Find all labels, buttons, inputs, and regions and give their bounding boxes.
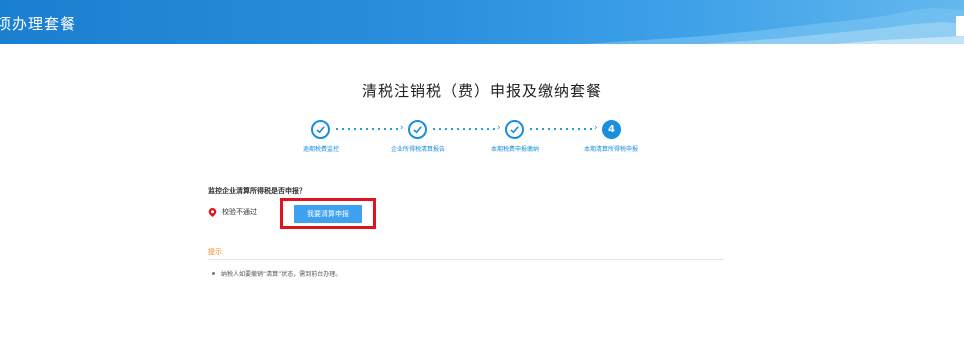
location-pin-icon — [208, 207, 217, 217]
tip-divider — [208, 259, 724, 260]
step-2-check-icon — [408, 120, 427, 139]
step-4-label: 本期清算所得税申报 — [583, 146, 638, 153]
tip-title: 提示 — [208, 248, 222, 256]
chevron-right-icon: › — [400, 123, 404, 133]
check-question: 监控企业清算所得税是否申报？ — [208, 187, 306, 195]
step-1-label: 逾期税费监控 — [302, 146, 339, 153]
tip-item: 纳税人如要撤销“清算”状态，需到前台办理。 — [212, 269, 341, 278]
status-text: 校验不通过 — [222, 208, 257, 216]
highlight-box — [280, 198, 376, 229]
step-4-number: 4 — [602, 120, 621, 139]
chevron-right-icon: › — [594, 123, 598, 133]
chevron-right-icon: › — [497, 123, 501, 133]
bullet-icon — [212, 272, 215, 275]
step-3-label: 本期税费申报缴纳 — [490, 146, 539, 153]
step-connector — [431, 128, 497, 130]
header-corner-block — [956, 16, 964, 36]
app-header: 项办理套餐 — [0, 0, 964, 44]
step-connector — [528, 128, 594, 130]
page-title: 清税注销税（费）申报及缴纳套餐 — [361, 82, 602, 100]
header-landscape-art — [584, 8, 964, 44]
step-3-check-icon — [505, 120, 524, 139]
check-status: 校验不通过 — [208, 207, 257, 217]
tip-text: 纳税人如要撤销“清算”状态，需到前台办理。 — [221, 271, 342, 278]
progress-steps: › 逾期税费监控 › 企业所得税清算报告 › 本期税费申报缴纳 4 本期清算所得… — [0, 116, 964, 160]
header-title: 项办理套餐 — [0, 15, 77, 33]
step-connector — [334, 128, 400, 130]
step-2-label: 企业所得税清算报告 — [390, 146, 445, 153]
step-1-check-icon — [311, 120, 330, 139]
